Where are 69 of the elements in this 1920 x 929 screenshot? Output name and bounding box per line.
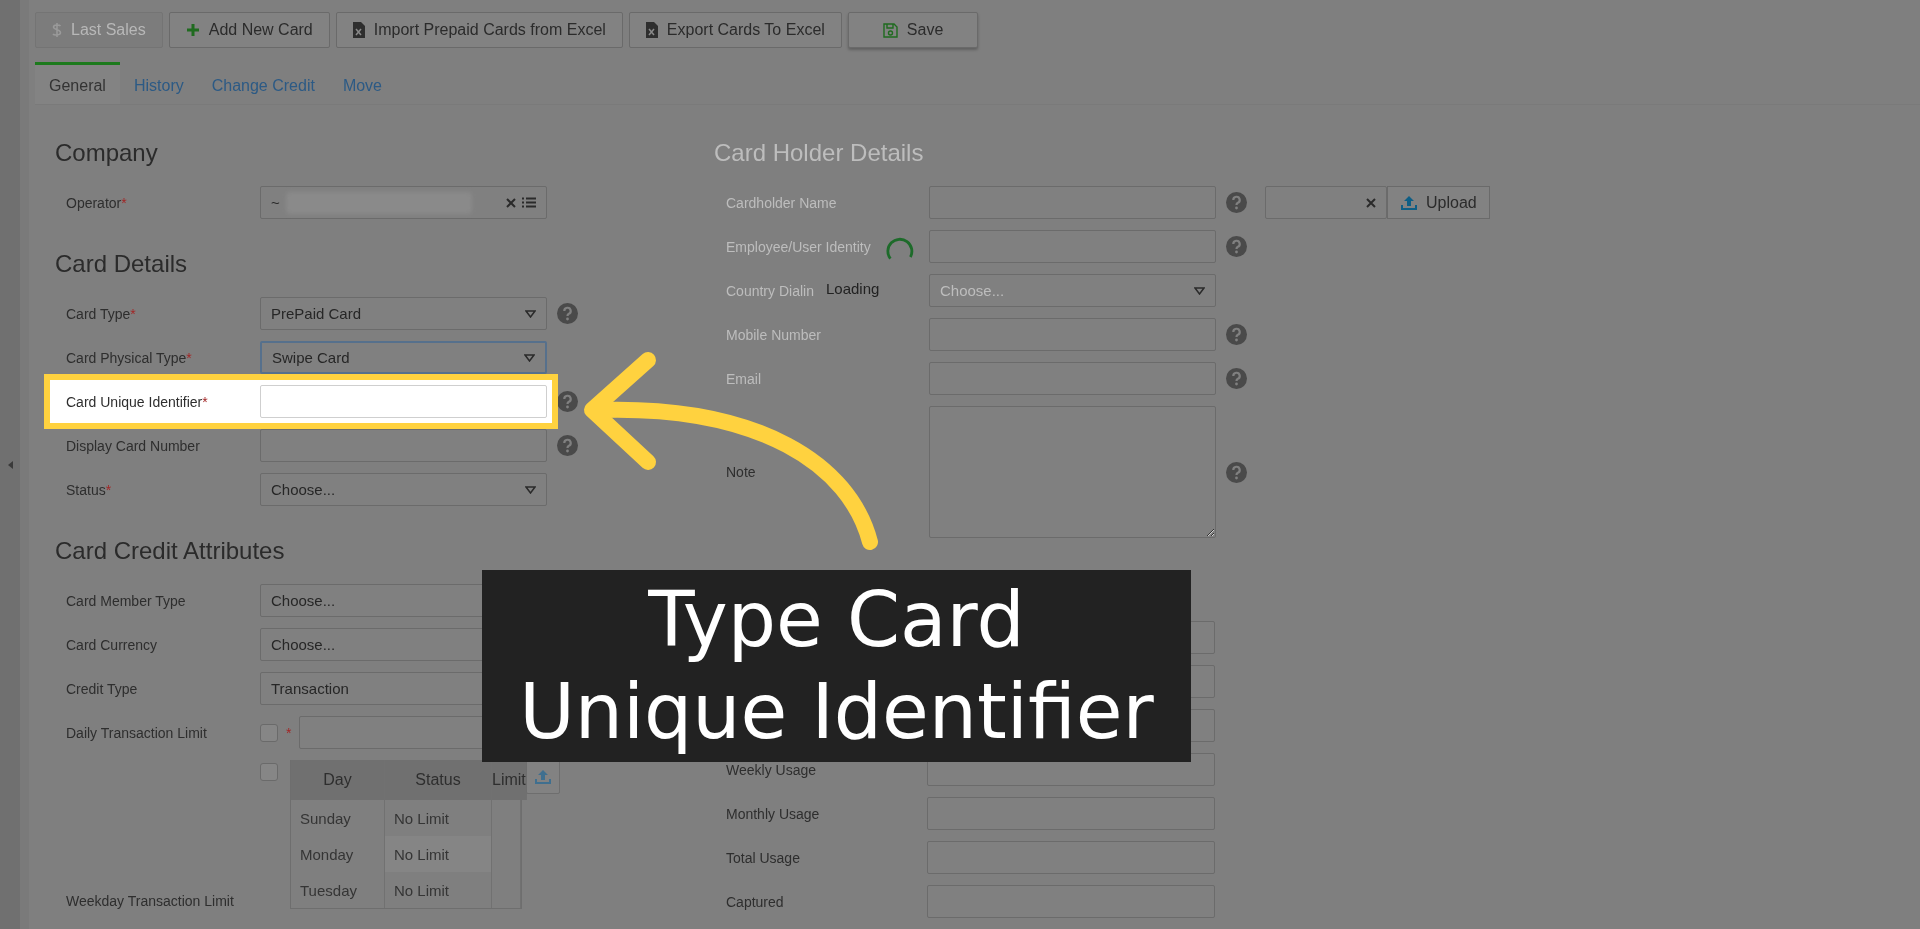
dropdown[interactable]: PrePaid Card — [260, 297, 547, 330]
column-header: Status — [385, 760, 492, 800]
field-value: ~ — [271, 194, 280, 211]
field-label: Mobile Number — [726, 326, 821, 343]
upload-icon — [534, 769, 552, 785]
field-label: Monthly Usage — [725, 805, 821, 822]
dollar-icon — [52, 22, 62, 38]
table-cell: No Limit — [385, 836, 492, 872]
help-icon[interactable] — [557, 391, 578, 412]
table-cell: No Limit — [385, 872, 492, 908]
dropdown[interactable]: Swipe Card — [260, 341, 547, 374]
toolbar-button[interactable]: Save — [847, 12, 979, 48]
section-heading: Card Details — [55, 249, 189, 279]
column-header: Limit — [492, 760, 527, 800]
section-heading: Company — [55, 138, 159, 168]
field-label: Card Physical Type* — [65, 349, 193, 366]
loading-text: Loading — [826, 280, 880, 297]
field-label: Weekday Transaction Limit — [65, 893, 235, 909]
field-label: Card Type* — [65, 305, 137, 322]
required-mark: * — [286, 724, 292, 741]
table-cell: Sunday — [291, 800, 385, 836]
upload-icon — [1400, 194, 1418, 211]
field-label: Total Usage — [725, 849, 801, 866]
input-field[interactable] — [260, 429, 547, 462]
caret-icon — [525, 485, 536, 494]
field-label: Weekly Usage — [725, 761, 817, 778]
plus-icon — [185, 23, 200, 37]
dropdown[interactable]: Choose... — [260, 473, 547, 506]
checkbox[interactable] — [260, 763, 278, 781]
section-heading: Card Holder Details — [714, 138, 925, 168]
field-label: Card Member Type — [65, 592, 187, 609]
toolbar-button[interactable]: Add New Card — [168, 12, 330, 48]
clear-icon[interactable] — [1366, 197, 1376, 208]
tab[interactable]: General — [35, 62, 120, 104]
field-label: Operator* — [65, 194, 128, 211]
toolbar-button[interactable]: Import Prepaid Cards from Excel — [335, 12, 623, 48]
section-heading: Card Credit Attributes — [55, 536, 286, 566]
clear-icon[interactable] — [506, 197, 516, 208]
field-label: Employee/User Identity — [726, 238, 871, 255]
column-header: Day — [291, 760, 385, 800]
toolbar-button[interactable]: Export Cards To Excel — [628, 12, 842, 48]
field-label: Status* — [65, 481, 113, 498]
caret-icon — [525, 309, 536, 318]
field-label: Country Dialin — [726, 282, 814, 299]
checkbox[interactable] — [260, 723, 278, 742]
floppy-disk-icon — [882, 22, 898, 38]
instruction-tooltip: Type Card Unique Identifier — [482, 570, 1191, 762]
field-label: Credit Type — [65, 680, 139, 697]
list-icon[interactable] — [522, 197, 536, 208]
field-label: Display Card Number — [65, 437, 201, 454]
file-field[interactable] — [1265, 186, 1387, 219]
collapse-arrow-icon[interactable] — [7, 460, 13, 469]
field-label: Card Currency — [65, 636, 159, 653]
field-label: Captured — [725, 893, 785, 910]
caret-icon — [524, 353, 535, 362]
table-cell: Tuesday — [291, 872, 385, 908]
spreadsheet-file-icon — [645, 22, 658, 38]
dropdown[interactable]: Choose... — [929, 274, 1216, 307]
field-label: Cardholder Name — [726, 194, 837, 211]
upload-button[interactable] — [526, 760, 560, 794]
field-label: Card Unique Identifier* — [65, 393, 209, 410]
field-label: Email — [726, 370, 761, 387]
spreadsheet-file-icon — [352, 22, 365, 38]
field-label: Note — [726, 464, 756, 480]
field-label: Daily Transaction Limit — [65, 724, 208, 741]
upload-button[interactable]: Upload — [1387, 186, 1490, 219]
operator-field[interactable]: ~ — [260, 186, 547, 219]
note-textarea[interactable] — [929, 406, 1216, 538]
caret-icon — [1194, 286, 1205, 295]
